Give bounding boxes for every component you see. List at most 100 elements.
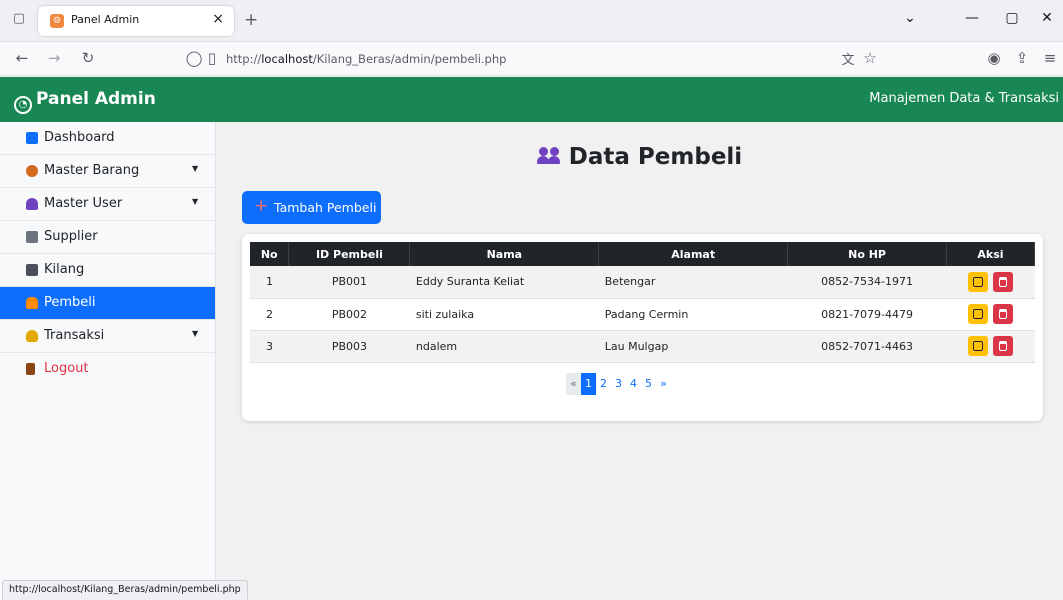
tab-title: Panel Admin: [71, 13, 140, 26]
url-path: /Kilang_Beras/admin/pembeli.php: [312, 52, 507, 66]
sidebar-item-label: Dashboard: [44, 130, 115, 145]
back-icon[interactable]: ←: [12, 49, 32, 67]
cell-no: 1: [250, 266, 289, 299]
trash-icon: [999, 276, 1008, 287]
sidebar-item-logout[interactable]: Logout: [0, 353, 215, 386]
sidebar-item-master-barang[interactable]: Master Barang ▼: [0, 155, 215, 188]
delete-button[interactable]: [993, 304, 1014, 324]
maximize-icon[interactable]: ▢: [1002, 10, 1022, 26]
url-text: http://localhost/Kilang_Beras/admin/pemb…: [226, 52, 506, 66]
table-row: 3 PB003 ndalem Lau Mulgap 0852-7071-4463: [250, 330, 1035, 363]
speedometer-icon: ◔: [14, 96, 32, 114]
edit-icon: [972, 309, 983, 319]
pagination-page-3[interactable]: 3: [611, 373, 626, 395]
pagination-next[interactable]: »: [656, 373, 671, 395]
pagination-page-1[interactable]: 1: [581, 373, 596, 395]
add-pembeli-button[interactable]: + Tambah Pembeli: [242, 191, 381, 224]
sidebar-item-label: Master User: [44, 196, 123, 211]
app-header: ◔ Panel Admin Manajemen Data & Transaksi: [0, 77, 1063, 122]
browser-tab-bar: ▢ ⚙ Panel Admin × + ⌄ — ▢ ✕: [0, 0, 1063, 42]
building-icon: [26, 264, 38, 276]
sidebar-item-master-user[interactable]: Master User ▼: [0, 188, 215, 221]
edit-button[interactable]: [967, 271, 988, 292]
chevron-down-icon: ▼: [192, 329, 199, 338]
sidebar-item-supplier[interactable]: Supplier: [0, 221, 215, 254]
cell-nama: Eddy Suranta Keliat: [409, 266, 599, 299]
tab-close-icon[interactable]: ×: [212, 11, 224, 27]
cell-nama: siti zulaika: [409, 298, 599, 331]
trash-icon: [999, 341, 1008, 351]
close-window-icon[interactable]: ✕: [1037, 10, 1057, 26]
cell-no: 3: [250, 330, 289, 363]
edit-button[interactable]: [967, 304, 988, 324]
translate-icon[interactable]: 文: [838, 49, 858, 68]
minimize-icon[interactable]: —: [962, 10, 982, 26]
sidebar-item-label: Supplier: [44, 229, 98, 244]
cell-id: PB002: [288, 298, 410, 331]
cell-id: PB003: [288, 330, 410, 363]
cell-no: 2: [250, 298, 289, 331]
share-icon[interactable]: ⇪: [1012, 49, 1032, 67]
table-row: 1 PB001 Eddy Suranta Keliat Betengar 085…: [250, 266, 1035, 299]
url-prefix: http://: [226, 52, 262, 66]
delete-button[interactable]: [993, 336, 1014, 356]
users-icon: [26, 198, 38, 210]
pagination-page-4[interactable]: 4: [626, 373, 641, 395]
url-bar[interactable]: ◯ ▯ http://localhost/Kilang_Beras/admin/…: [186, 46, 880, 72]
pembeli-table: No ID Pembeli Nama Alamat No HP Aksi 1 P…: [250, 242, 1035, 363]
page-icon: ▯: [207, 49, 217, 67]
tab-favicon-icon: ⚙: [50, 14, 64, 28]
brand-label: Panel Admin: [36, 89, 156, 109]
door-icon: [26, 363, 35, 375]
url-host: localhost: [261, 52, 313, 66]
pagination-page-5[interactable]: 5: [641, 373, 656, 395]
money-bag-icon: [26, 330, 38, 342]
reload-icon[interactable]: ↻: [78, 49, 98, 67]
cell-hp: 0852-7071-4463: [787, 330, 947, 363]
table-header-row: No ID Pembeli Nama Alamat No HP Aksi: [250, 242, 1035, 266]
delete-button[interactable]: [993, 271, 1014, 292]
people-icon: [26, 297, 38, 309]
sidebar-item-label: Master Barang: [44, 163, 140, 178]
forward-icon[interactable]: →: [44, 49, 64, 67]
cell-nama: ndalem: [409, 330, 599, 363]
sidebar-item-pembeli[interactable]: Pembeli: [0, 287, 215, 320]
cell-aksi: [946, 298, 1035, 331]
tab-overflow-chevron-icon[interactable]: ⌄: [900, 10, 920, 26]
users-icon: [536, 147, 561, 165]
sidebar-item-dashboard[interactable]: Dashboard: [0, 122, 215, 155]
trash-icon: [999, 309, 1008, 319]
add-pembeli-label: Tambah Pembeli: [274, 200, 377, 215]
edit-icon: [972, 341, 983, 351]
sidebar-item-label: Kilang: [44, 262, 85, 277]
col-header-aksi: Aksi: [946, 242, 1035, 266]
pagination-page-2[interactable]: 2: [596, 373, 611, 395]
chevron-down-icon: ▼: [192, 197, 199, 206]
sidebar: Dashboard Master Barang ▼ Master User ▼ …: [0, 122, 216, 600]
plus-icon: +: [254, 196, 269, 216]
pagination-prev[interactable]: «: [566, 373, 581, 395]
cell-aksi: [946, 266, 1035, 299]
sidebar-item-kilang[interactable]: Kilang: [0, 254, 215, 287]
table-card: No ID Pembeli Nama Alamat No HP Aksi 1 P…: [242, 234, 1043, 421]
bookmark-star-icon[interactable]: ☆: [860, 49, 880, 67]
brand[interactable]: ◔ Panel Admin: [14, 89, 156, 114]
edit-button[interactable]: [967, 336, 988, 356]
sidebar-item-transaksi[interactable]: Transaksi ▼: [0, 320, 215, 353]
page-title-text: Data Pembeli: [568, 144, 743, 170]
new-tab-icon[interactable]: +: [244, 10, 258, 30]
account-icon[interactable]: ◉: [984, 49, 1004, 67]
sidebar-item-label: Logout: [44, 361, 89, 376]
cell-alamat: Lau Mulgap: [598, 330, 788, 363]
shield-icon[interactable]: ◯: [184, 49, 204, 67]
col-header-nama: Nama: [409, 242, 600, 266]
sidebar-item-label: Transaksi: [44, 328, 105, 343]
page-title: Data Pembeli: [216, 144, 1063, 170]
box-icon: [26, 165, 38, 177]
cell-hp: 0821-7079-4479: [787, 298, 947, 331]
menu-icon[interactable]: ≡: [1040, 49, 1060, 67]
cell-id: PB001: [288, 266, 410, 299]
browser-tab[interactable]: ⚙ Panel Admin ×: [38, 6, 234, 36]
pagination: «1 2 3 4 5»: [566, 373, 671, 395]
tab-list-icon[interactable]: ▢: [8, 8, 30, 30]
